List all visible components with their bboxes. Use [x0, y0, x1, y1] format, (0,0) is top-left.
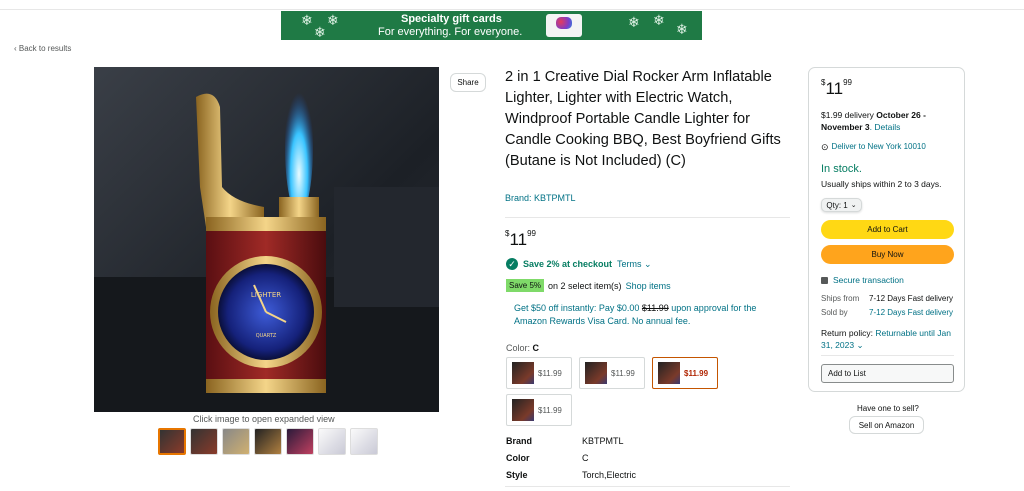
return-policy[interactable]: Return policy: Returnable until Jan 31, …: [821, 327, 956, 351]
offer-text: Get $50 off instantly: Pay $0.00: [514, 303, 642, 313]
snowflake-icon: ❄: [301, 12, 313, 28]
brand-link[interactable]: Brand: KBTPMTL: [505, 193, 576, 203]
divider: [505, 486, 790, 487]
color-swatch-option[interactable]: $11.99: [506, 357, 572, 389]
thumbnail-image[interactable]: [350, 428, 378, 455]
price-whole: 11: [509, 230, 528, 249]
swatch-price: $11.99: [538, 368, 562, 378]
ships-from-label: Ships from: [821, 294, 860, 303]
spec-key: Style: [506, 470, 528, 480]
swatch-price: $11.99: [611, 368, 635, 378]
buy-box: $1199 $1.99 delivery October 26 - Novemb…: [808, 67, 965, 392]
thumbnail-image[interactable]: [222, 428, 250, 455]
color-swatch-option-selected[interactable]: $11.99: [652, 357, 718, 389]
spec-value: C: [582, 453, 589, 463]
shop-items-link[interactable]: Shop items: [626, 281, 671, 291]
product-title: 2 in 1 Creative Dial Rocker Arm Inflatab…: [505, 69, 781, 169]
coupon-row: Save 5% on 2 select item(s) Shop items: [506, 279, 671, 292]
stock-status: In stock.: [821, 163, 862, 175]
color-label: Color: C: [506, 343, 539, 353]
add-to-cart-button[interactable]: Add to Cart: [821, 220, 954, 239]
price-fraction: 99: [843, 78, 853, 87]
checkout-savings-row: ✓ Save 2% at checkout Terms ⌄: [506, 258, 652, 270]
snowflake-icon: ❄: [676, 21, 688, 37]
save-badge: Save 5%: [506, 279, 545, 292]
return-policy-label: Return policy:: [821, 328, 876, 338]
main-product-image[interactable]: LIGHTER QUARTZ: [94, 67, 439, 412]
chevron-down-icon: ⌄: [850, 202, 857, 209]
product-price: $1199: [505, 229, 536, 250]
delivery-info: $1.99 delivery October 26 - November 3. …: [821, 109, 959, 133]
thumbnail-strip: [158, 428, 378, 455]
swatch-image: [585, 362, 607, 384]
location-pin-icon: ⊙: [821, 142, 829, 152]
secure-transaction-row[interactable]: Secure transaction: [821, 274, 904, 286]
snowflake-icon: ❄: [314, 24, 326, 40]
color-label-value: C: [532, 343, 540, 353]
banner-title: Specialty gift cards: [401, 13, 502, 25]
dial-quartz-text: QUARTZ: [256, 333, 277, 339]
swatch-price: $11.99: [684, 368, 709, 378]
details-link[interactable]: . Details: [870, 122, 901, 132]
delivery-fee: $1.99 delivery: [821, 110, 877, 120]
have-one-to-sell-text: Have one to sell?: [857, 404, 919, 413]
thumbnail-image[interactable]: [286, 428, 314, 455]
sold-by-label: Sold by: [821, 308, 848, 317]
deliver-to-row[interactable]: ⊙ Deliver to New York 10010: [821, 141, 926, 153]
thumbnail-image[interactable]: [190, 428, 218, 455]
snowflake-icon: ❄: [628, 14, 640, 30]
swatch-price: $11.99: [538, 405, 562, 415]
color-swatch-option[interactable]: $11.99: [506, 394, 572, 426]
image-caption: Click image to open expanded view: [193, 414, 335, 424]
thumbnail-image[interactable]: [158, 428, 186, 455]
offer-strike-price: $11.99: [641, 303, 669, 313]
swatch-image: [658, 362, 680, 384]
check-circle-icon: ✓: [506, 258, 518, 270]
snowflake-icon: ❄: [327, 12, 339, 28]
add-to-list-button[interactable]: Add to List: [821, 364, 954, 383]
thumbnail-image[interactable]: [254, 428, 282, 455]
spec-key: Brand: [506, 436, 533, 446]
secure-transaction-link: Secure transaction: [833, 275, 904, 285]
shipping-time: Usually ships within 2 to 3 days.: [821, 179, 942, 189]
thumbnail-image[interactable]: [318, 428, 346, 455]
apple-logo-icon: [556, 17, 572, 29]
sell-on-amazon-button[interactable]: Sell on Amazon: [849, 416, 924, 434]
buy-now-button[interactable]: Buy Now: [821, 245, 954, 264]
dial-brand-text: LIGHTER: [251, 291, 281, 299]
lock-icon: [821, 276, 828, 284]
gift-card-banner[interactable]: ❄ ❄ ❄ Specialty gift cards For everythin…: [281, 11, 702, 40]
back-to-results-link[interactable]: ‹ Back to results: [14, 44, 71, 53]
color-swatch-option[interactable]: $11.99: [579, 357, 645, 389]
seller-link[interactable]: 7-12 Days Fast delivery: [869, 308, 953, 317]
qty-label: Qty: 1: [826, 200, 848, 210]
deliver-to-link: Deliver to New York 10010: [831, 142, 926, 151]
spec-key: Color: [506, 453, 530, 463]
divider: [505, 217, 790, 218]
quantity-select[interactable]: Qty: 1 ⌄: [821, 198, 862, 212]
swatch-image: [512, 362, 534, 384]
swatch-image: [512, 399, 534, 421]
buybox-price: $1199: [821, 78, 852, 99]
price-fraction: 99: [527, 229, 537, 238]
save-text: on 2 select item(s): [548, 280, 622, 291]
banner-subtitle: For everything. For everyone.: [378, 26, 523, 38]
lighter-illustration: LIGHTER QUARTZ: [94, 79, 439, 412]
snowflake-icon: ❄: [653, 12, 665, 28]
checkout-save-text: Save 2% at checkout: [523, 259, 613, 269]
price-whole: 11: [825, 79, 844, 98]
top-divider: [0, 9, 1024, 10]
ships-from-value: 7-12 Days Fast delivery: [869, 294, 954, 303]
divider: [821, 355, 954, 356]
apple-gift-card-image: [546, 14, 582, 37]
terms-link[interactable]: Terms ⌄: [617, 259, 652, 270]
spec-value: Torch,Electric: [582, 470, 637, 480]
color-label-key: Color:: [506, 343, 531, 353]
card-offer-link[interactable]: Get $50 off instantly: Pay $0.00 $11.99 …: [514, 302, 784, 328]
share-button[interactable]: Share: [450, 73, 486, 92]
spec-value: KBTPMTL: [582, 436, 624, 446]
